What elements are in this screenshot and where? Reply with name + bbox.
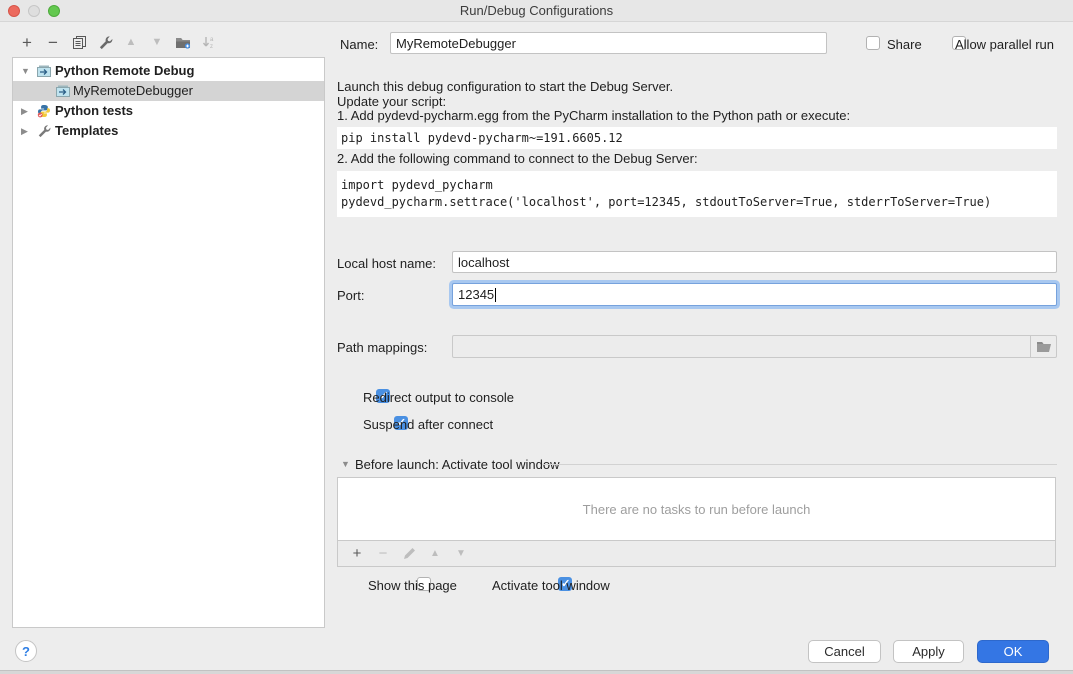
before-launch-task-list[interactable]: There are no tasks to run before launch bbox=[337, 477, 1056, 541]
edit-task-pencil-icon bbox=[396, 544, 422, 564]
configurations-tree: ▼ Python Remote Debug MyRemoteDebugger ▶ bbox=[12, 57, 325, 628]
move-task-down-icon: ▼ bbox=[448, 544, 474, 564]
move-task-up-icon: ▲ bbox=[422, 544, 448, 564]
path-mappings-label: Path mappings: bbox=[337, 340, 427, 355]
tree-item-label: Templates bbox=[55, 121, 118, 141]
add-configuration-button[interactable]: + bbox=[14, 32, 40, 52]
settrace-code-block: import pydevd_pycharmpydevd_pycharm.sett… bbox=[337, 171, 1057, 217]
move-down-icon: ▼ bbox=[144, 32, 170, 52]
tree-item-templates[interactable]: ▶ Templates bbox=[13, 121, 324, 141]
help-button[interactable]: ? bbox=[15, 640, 37, 662]
path-mappings-input[interactable] bbox=[452, 335, 1057, 358]
help-line-2: Update your script: bbox=[337, 94, 446, 109]
pip-command-code: pip install pydevd-pycharm~=191.6605.12 bbox=[337, 127, 1057, 149]
tree-item-python-tests[interactable]: ▶ Python tests bbox=[13, 101, 324, 121]
chevron-down-icon[interactable]: ▼ bbox=[21, 61, 30, 81]
local-host-name-input[interactable] bbox=[452, 251, 1057, 273]
configuration-editor: Name: Share Allow parallel run Launch th… bbox=[337, 0, 1058, 628]
copy-configuration-icon[interactable] bbox=[66, 32, 92, 52]
tree-item-label: Python tests bbox=[55, 101, 133, 121]
before-launch-empty-text: There are no tasks to run before launch bbox=[583, 502, 811, 517]
add-task-button[interactable]: + bbox=[344, 544, 370, 564]
before-launch-toolbar: + − ▲ ▼ bbox=[337, 541, 1056, 567]
local-host-name-label: Local host name: bbox=[337, 256, 436, 271]
tree-item-myremotedebugger[interactable]: MyRemoteDebugger bbox=[13, 81, 324, 101]
before-launch-title: Before launch: Activate tool window bbox=[355, 457, 560, 472]
before-launch-collapse-icon[interactable]: ▼ bbox=[341, 459, 350, 469]
section-separator bbox=[542, 464, 1057, 465]
move-up-icon: ▲ bbox=[118, 32, 144, 52]
port-input[interactable]: 12345 bbox=[452, 283, 1057, 306]
cancel-button[interactable]: Cancel bbox=[808, 640, 881, 663]
help-line-1: Launch this debug configuration to start… bbox=[337, 79, 673, 94]
remove-configuration-button[interactable]: − bbox=[40, 32, 66, 52]
ok-button[interactable]: OK bbox=[977, 640, 1049, 663]
chevron-right-icon[interactable]: ▶ bbox=[21, 121, 28, 141]
share-checkbox[interactable] bbox=[866, 36, 880, 50]
suspend-after-connect-label: Suspend after connect bbox=[363, 417, 493, 432]
tree-item-label: Python Remote Debug bbox=[55, 61, 194, 81]
new-folder-icon[interactable] bbox=[170, 32, 196, 52]
name-input[interactable] bbox=[390, 32, 827, 54]
allow-parallel-run-label: Allow parallel run bbox=[955, 37, 1054, 52]
chevron-right-icon[interactable]: ▶ bbox=[21, 101, 28, 121]
show-this-page-label: Show this page bbox=[368, 578, 457, 593]
browse-path-mappings-button[interactable] bbox=[1030, 336, 1056, 357]
name-label: Name: bbox=[340, 37, 378, 52]
svg-text:z: z bbox=[210, 44, 213, 50]
share-label: Share bbox=[887, 37, 922, 52]
remove-task-button: − bbox=[370, 544, 396, 564]
window-bottom-edge bbox=[0, 670, 1073, 674]
apply-button[interactable]: Apply bbox=[893, 640, 964, 663]
configurations-toolbar: + − ▲ ▼ a z bbox=[14, 32, 222, 52]
help-step-2: 2. Add the following command to connect … bbox=[337, 151, 698, 166]
redirect-output-label: Redirect output to console bbox=[363, 390, 514, 405]
port-label: Port: bbox=[337, 288, 364, 303]
svg-text:a: a bbox=[210, 37, 214, 43]
help-step-1: 1. Add pydevd-pycharm.egg from the PyCha… bbox=[337, 108, 850, 123]
tree-item-label: MyRemoteDebugger bbox=[73, 81, 193, 101]
tree-item-python-remote-debug[interactable]: ▼ Python Remote Debug bbox=[13, 61, 324, 81]
activate-tool-window-label: Activate tool window bbox=[492, 578, 610, 593]
edit-defaults-wrench-icon[interactable] bbox=[92, 32, 118, 52]
text-caret bbox=[495, 288, 496, 302]
wrench-icon bbox=[37, 124, 51, 144]
sort-alphabetically-icon: a z bbox=[196, 32, 222, 52]
folder-icon bbox=[1036, 340, 1052, 353]
